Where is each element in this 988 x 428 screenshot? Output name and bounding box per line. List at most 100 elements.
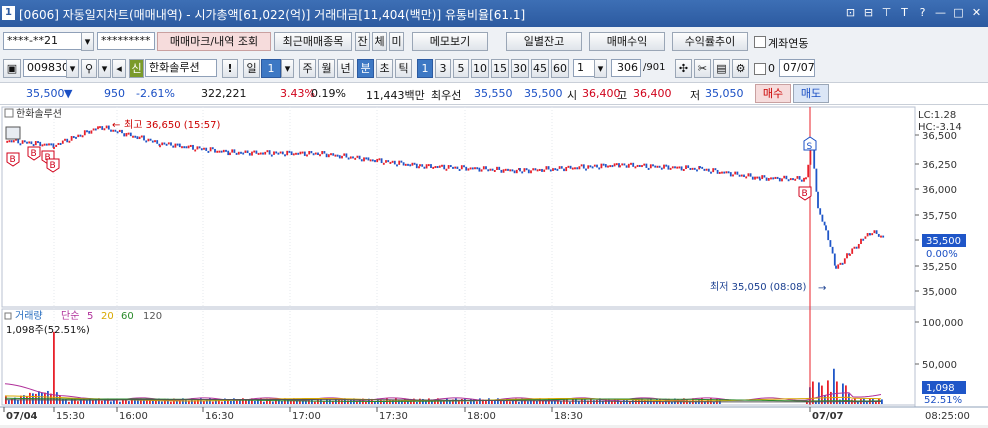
dock-icon[interactable]: ⊡ — [843, 5, 858, 20]
crosshair-icon[interactable]: ✣ — [675, 59, 692, 78]
buy-button[interactable]: 매수 — [755, 84, 791, 103]
volume-bar — [170, 401, 172, 404]
layout-icon[interactable]: ▣ — [3, 59, 21, 78]
password-field[interactable]: ********* — [97, 32, 155, 50]
period-number-field[interactable]: 1 — [261, 59, 281, 78]
maximize-icon[interactable]: □ — [951, 5, 966, 20]
candle — [317, 152, 319, 156]
candle — [743, 174, 745, 178]
candle — [815, 168, 818, 192]
period-dropdown-button[interactable]: ▾ — [281, 59, 294, 78]
candle — [671, 166, 674, 169]
scissors-icon[interactable]: ✂ — [694, 59, 711, 78]
candle — [262, 152, 264, 155]
date-field[interactable]: 07/07 — [779, 59, 815, 77]
period-week-button[interactable]: 주 — [299, 59, 316, 78]
candle — [491, 168, 494, 171]
memo-view-button[interactable]: 메모보기 — [412, 32, 488, 51]
balance-button[interactable]: 잔 — [355, 32, 370, 51]
account-link-checkbox[interactable] — [754, 36, 766, 48]
candle — [493, 169, 496, 172]
candle — [143, 135, 145, 141]
filled-button[interactable]: 체 — [372, 32, 387, 51]
volume-bar — [239, 400, 241, 404]
volume-legend-toggle-icon[interactable] — [4, 312, 12, 320]
candle — [147, 138, 150, 142]
grid-table-icon[interactable] — [5, 126, 21, 140]
volume-bar — [338, 399, 340, 404]
close-icon[interactable]: ✕ — [969, 5, 984, 20]
candle — [776, 176, 779, 179]
candle — [347, 157, 350, 160]
minute-5-button[interactable]: 5 — [453, 59, 469, 78]
candle — [721, 171, 723, 174]
count-dropdown-button[interactable]: ▾ — [594, 59, 607, 78]
minute-10-button[interactable]: 10 — [471, 59, 489, 78]
date-checkbox[interactable] — [754, 63, 766, 75]
volume-bar — [458, 401, 460, 404]
help-icon[interactable]: ? — [915, 5, 930, 20]
minute-1-button[interactable]: 1 — [417, 59, 433, 78]
speaker-icon[interactable]: ◂ — [112, 59, 126, 78]
candle — [352, 156, 354, 159]
profit-trend-button[interactable]: 수익률추이 — [672, 32, 748, 51]
account-dropdown-button[interactable]: ▾ — [81, 32, 94, 51]
volume-bar — [527, 401, 529, 404]
search-icon[interactable]: ⚲ — [81, 59, 97, 78]
display-count-field[interactable]: 306 — [611, 59, 641, 77]
candle — [183, 146, 186, 149]
time-tick-label: 07/04 — [6, 411, 38, 422]
volume-bar — [185, 399, 187, 404]
stock-code-field[interactable]: 009830 — [23, 59, 67, 77]
period-daily-button[interactable]: 일 — [243, 59, 260, 78]
gear-icon[interactable]: ⚙ — [732, 59, 749, 78]
trade-profit-button[interactable]: 매매수익 — [589, 32, 665, 51]
period-minute-button[interactable]: 분 — [357, 59, 374, 78]
candle — [652, 164, 654, 167]
minute-60-button[interactable]: 60 — [551, 59, 569, 78]
period-year-button[interactable]: 년 — [337, 59, 354, 78]
period-month-button[interactable]: 월 — [318, 59, 335, 78]
open-label: 시 — [567, 89, 578, 102]
pin-icon[interactable]: ⊤ — [879, 5, 894, 20]
candle — [81, 135, 84, 138]
period-second-button[interactable]: 초 — [376, 59, 393, 78]
legend-toggle-icon[interactable] — [4, 108, 14, 118]
stock-name-field[interactable]: 한화솔루션 — [145, 59, 217, 77]
candle — [55, 144, 58, 147]
font-icon[interactable]: T — [897, 5, 912, 20]
candle — [43, 143, 46, 146]
trade-mark-query-button[interactable]: 매매마크/내역 조회 — [157, 32, 271, 51]
minimize-icon[interactable]: — — [933, 5, 948, 20]
tile-icon[interactable]: ⊟ — [861, 5, 876, 20]
sell-button[interactable]: 매도 — [793, 84, 829, 103]
save-icon[interactable]: ▤ — [713, 59, 730, 78]
candle — [419, 164, 421, 167]
period-tick-button[interactable]: 틱 — [395, 59, 412, 78]
minute-3-button[interactable]: 3 — [435, 59, 451, 78]
candle — [129, 132, 132, 137]
chart-canvas[interactable]: 36,50036,25036,00035,75035,25035,000 100… — [0, 105, 988, 425]
candle — [57, 142, 60, 145]
warning-button[interactable]: ! — [222, 59, 238, 78]
chevron-down-icon: ▾ — [284, 62, 291, 75]
candle — [45, 143, 48, 146]
minute-15-button[interactable]: 15 — [491, 59, 509, 78]
candle — [798, 176, 801, 180]
daily-balance-button[interactable]: 일별잔고 — [506, 32, 582, 51]
sell-marker[interactable]: S — [803, 136, 817, 152]
code-dropdown-button[interactable]: ▾ — [66, 59, 79, 78]
minute-30-button[interactable]: 30 — [511, 59, 529, 78]
minute-45-button[interactable]: 45 — [531, 59, 549, 78]
price-tick-label: 36,250 — [922, 160, 957, 171]
count-field[interactable]: 1 — [573, 59, 595, 77]
candle — [434, 166, 437, 169]
unfilled-button[interactable]: 미 — [389, 32, 404, 51]
menu-dropdown-icon[interactable]: ▾ — [98, 59, 111, 78]
recent-trades-button[interactable]: 최근매매종목 — [274, 32, 352, 51]
candle — [509, 169, 512, 172]
volume-bar — [560, 401, 562, 404]
account-field[interactable]: ****-**21 — [3, 32, 82, 50]
candle — [266, 150, 269, 153]
chart-area[interactable]: 36,500 36,250 36,000 35,750 35,250 35,000 100… — [0, 105, 988, 425]
